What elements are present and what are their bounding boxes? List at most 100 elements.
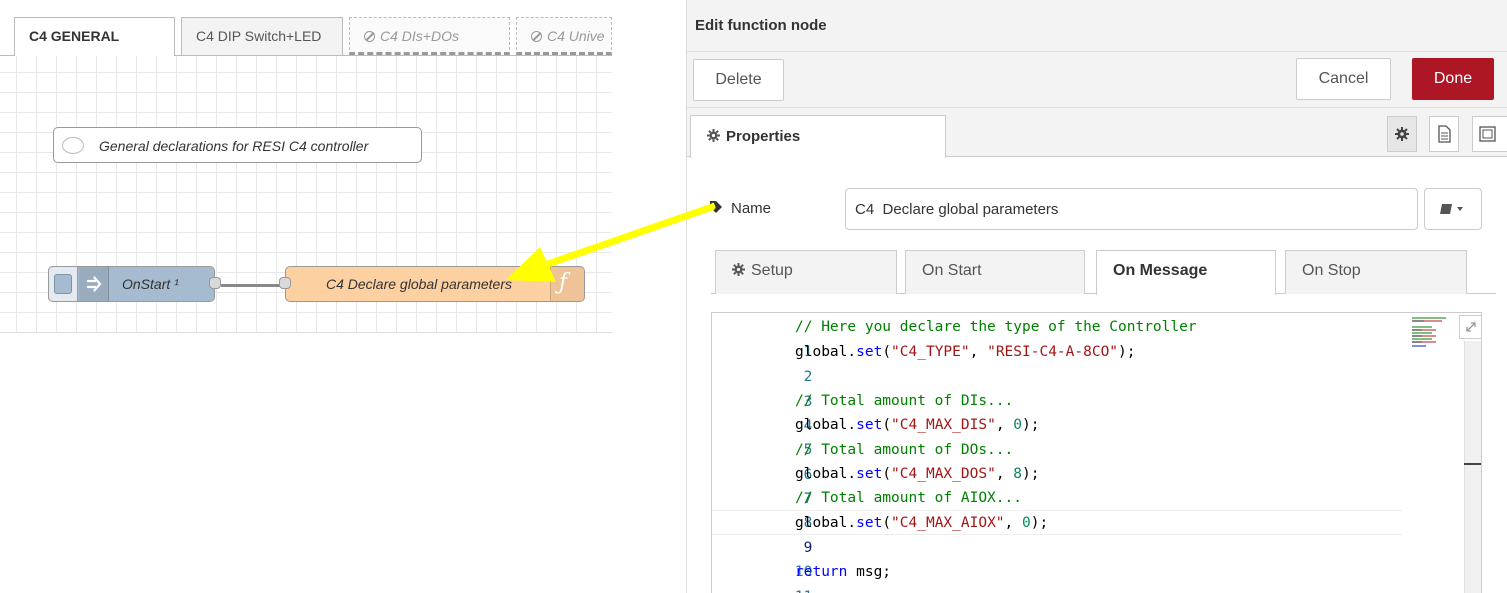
tab-on-start[interactable]: On Start — [905, 250, 1085, 294]
code-punct: ); — [1118, 344, 1136, 360]
code-line: 5 global.set("C4_MAX_DIS", 0); — [712, 413, 1412, 458]
settings-view-button[interactable] — [1387, 116, 1417, 152]
function-node-label: C4 Declare global parameters — [326, 276, 512, 292]
cancel-button[interactable]: Cancel — [1296, 58, 1391, 100]
inject-arrow-icon — [79, 267, 109, 301]
code-string: "RESI-C4-A-8CO" — [987, 344, 1119, 360]
code-keyword: return — [795, 564, 848, 580]
code-line: 3 — [712, 365, 1412, 410]
code-string: "C4_MAX_DOS" — [891, 466, 996, 482]
code-editor[interactable]: 1 // Here you declare the type of the Co… — [711, 312, 1482, 593]
flow-wire[interactable] — [221, 284, 284, 287]
tab-properties[interactable]: Properties — [690, 115, 946, 158]
name-row: Name — [687, 185, 1507, 230]
tab-on-message[interactable]: On Message — [1096, 250, 1276, 295]
code-number: 8 — [1013, 466, 1023, 482]
tab-label: C4 DIP Switch+LED — [196, 28, 322, 44]
tab-label: On Stop — [1302, 262, 1361, 279]
name-input[interactable] — [845, 188, 1418, 230]
library-dropdown-button[interactable] — [1424, 188, 1482, 230]
comment-node-label: General declarations for RESI C4 control… — [99, 138, 369, 154]
tab-c4-dis-dos[interactable]: C4 DIs+DOs — [349, 17, 510, 55]
code-number: 0 — [1022, 515, 1031, 531]
code-line: 4 // Total amount of DIs... — [712, 389, 1412, 434]
tab-c4-universal[interactable]: C4 Unive — [516, 17, 612, 55]
editor-scroll-marker — [1464, 463, 1481, 465]
tab-c4-dip-switch-led[interactable]: C4 DIP Switch+LED — [181, 17, 343, 55]
code-line: 1 // Here you declare the type of the Co… — [712, 315, 1412, 360]
name-label: Name — [731, 200, 772, 217]
code-punct: ); — [1022, 417, 1040, 433]
code-line: 8 // Total amount of AIOX... — [712, 486, 1412, 531]
code-line: 11 return msg; — [712, 560, 1412, 593]
tag-icon — [710, 201, 722, 213]
appearance-view-button[interactable] — [1472, 116, 1507, 152]
code-function: set — [856, 344, 883, 360]
code-punct: , — [995, 466, 1014, 482]
code-function: set — [856, 466, 883, 482]
comment-icon — [62, 137, 84, 154]
code-function: set — [856, 417, 883, 433]
gear-icon — [707, 129, 720, 142]
code-line: 2 global.set("C4_TYPE", "RESI-C4-A-8CO")… — [712, 340, 1412, 385]
code-minimap[interactable] — [1412, 317, 1448, 347]
flow-workspace: C4 GENERAL C4 DIP Switch+LED C4 DIs+DOs … — [0, 0, 612, 333]
code-function: set — [856, 515, 883, 531]
code-punct: ( — [882, 417, 892, 433]
tab-label: Setup — [751, 262, 793, 279]
function-icon: ƒ — [550, 267, 584, 301]
function-tabbar: Setup On Start On Message On Stop — [711, 250, 1496, 295]
function-input-port[interactable] — [279, 277, 291, 289]
tab-label: C4 GENERAL — [29, 28, 120, 44]
code-punct: ( — [882, 466, 892, 482]
function-node[interactable]: C4 Declare global parameters ƒ — [279, 266, 585, 302]
code-punct: ); — [1022, 466, 1040, 482]
code-punct: , — [1004, 515, 1023, 531]
code-object: global. — [795, 344, 857, 360]
inject-button-face — [54, 274, 72, 294]
tab-label: On Message — [1113, 262, 1208, 279]
code-line-current: 9 global.set("C4_MAX_AIOX", 0); — [712, 510, 1402, 556]
tab-label: C4 Unive — [547, 28, 605, 44]
properties-tabbar: Properties — [687, 108, 1507, 158]
line-number: 11 — [764, 585, 812, 593]
book-icon — [1440, 204, 1463, 214]
code-string: "C4_MAX_AIOX" — [891, 515, 1005, 531]
code-object: global. — [795, 466, 857, 482]
code-line: 6 // Total amount of DOs... — [712, 438, 1412, 483]
inject-output-port[interactable] — [209, 277, 221, 289]
inject-node[interactable]: OnStart ¹ — [48, 266, 221, 302]
done-button[interactable]: Done — [1412, 58, 1494, 100]
tab-c4-general[interactable]: C4 GENERAL — [14, 17, 175, 57]
description-view-button[interactable] — [1429, 116, 1459, 152]
code-punct: ( — [882, 515, 892, 531]
inject-trigger-button[interactable] — [48, 266, 78, 302]
code-object: global. — [795, 515, 857, 531]
code-punct: ( — [882, 344, 892, 360]
code-line: 10 — [712, 535, 1412, 580]
code-line: 7 global.set("C4_MAX_DOS", 8); — [712, 462, 1412, 507]
tray-header: Edit function node — [687, 0, 1507, 52]
code-comment: // Total amount of DOs... — [795, 442, 1014, 458]
delete-button[interactable]: Delete — [693, 59, 784, 101]
code-string: "C4_TYPE" — [891, 344, 970, 360]
tray-toolbar: Delete Cancel Done — [687, 52, 1507, 108]
code-comment: // Total amount of DIs... — [795, 393, 1014, 409]
editor-scrollbar[interactable] — [1464, 341, 1481, 593]
code-number: 0 — [1013, 417, 1023, 433]
comment-node[interactable]: General declarations for RESI C4 control… — [53, 127, 422, 163]
code-text: msg; — [847, 564, 892, 580]
tab-on-stop[interactable]: On Stop — [1285, 250, 1467, 294]
edit-function-tray: Edit function node Delete Cancel Done Pr… — [686, 0, 1507, 593]
code-punct: ); — [1030, 515, 1049, 531]
inject-node-label: OnStart ¹ — [122, 276, 179, 292]
tab-label: C4 DIs+DOs — [380, 28, 459, 44]
code-punct: , — [969, 344, 988, 360]
tab-label: On Start — [922, 262, 982, 279]
expand-editor-button[interactable] — [1459, 315, 1481, 339]
tab-setup[interactable]: Setup — [715, 250, 897, 294]
gear-icon — [1395, 127, 1409, 141]
frame-icon — [1479, 126, 1496, 142]
gear-icon — [732, 263, 745, 276]
code-punct: , — [995, 417, 1014, 433]
